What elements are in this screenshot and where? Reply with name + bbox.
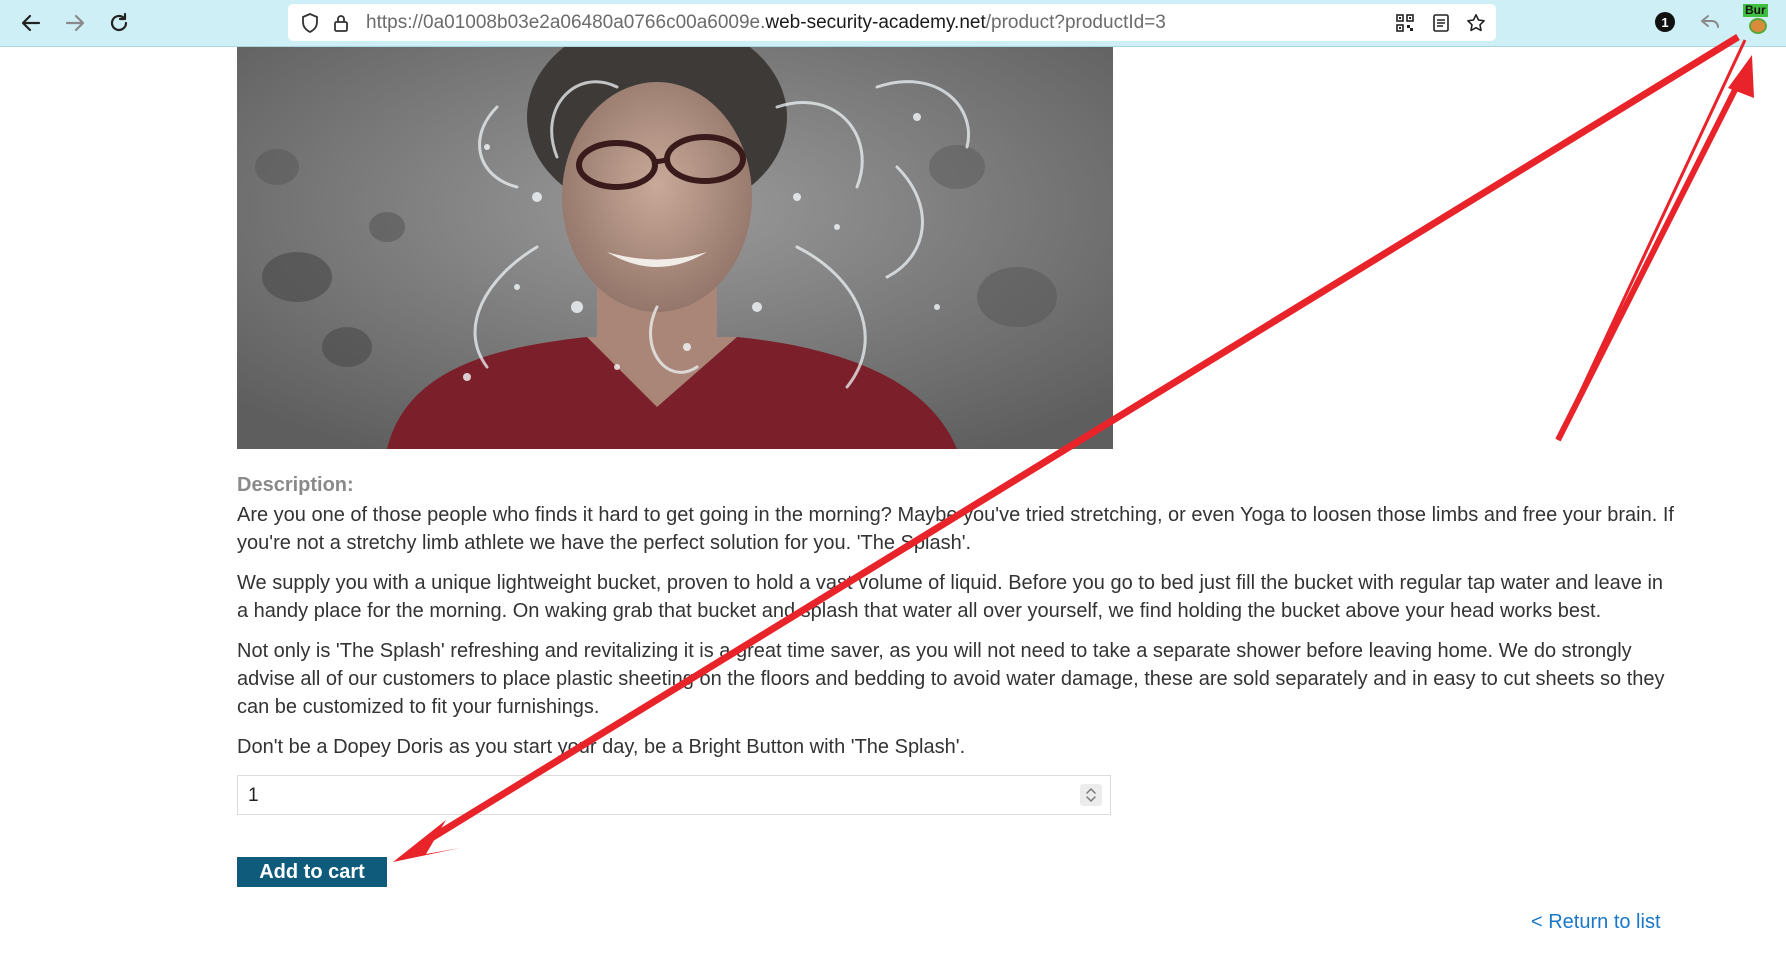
url-path: /product?productId=3 bbox=[985, 12, 1166, 33]
burp-extension-icon[interactable]: Bur bbox=[1741, 2, 1775, 38]
burp-extension-label: Bur bbox=[1743, 3, 1768, 17]
forward-arrow-icon[interactable] bbox=[60, 8, 90, 38]
add-to-cart-button[interactable]: Add to cart bbox=[237, 857, 387, 887]
description-paragraph-2: We supply you with a unique lightweight … bbox=[237, 572, 1664, 622]
reload-icon[interactable] bbox=[104, 8, 134, 38]
lock-icon[interactable] bbox=[331, 13, 351, 33]
quantity-stepper[interactable] bbox=[1080, 784, 1102, 806]
notification-badge[interactable]: 1 bbox=[1652, 9, 1678, 35]
description-heading: Description: bbox=[237, 474, 354, 496]
reply-arrow-icon[interactable] bbox=[1697, 9, 1723, 35]
burp-face-icon bbox=[1749, 18, 1767, 34]
quantity-value: 1 bbox=[248, 785, 259, 806]
back-arrow-icon[interactable] bbox=[16, 8, 46, 38]
description-paragraph-1: Are you one of those people who finds it… bbox=[237, 504, 1674, 554]
annotation-arrow-to-extension bbox=[1555, 78, 1743, 442]
return-to-list-link[interactable]: < Return to list bbox=[1531, 910, 1661, 934]
browser-toolbar: https://0a01008b03e2a06480a0766c00a6009e… bbox=[0, 0, 1786, 47]
bookmark-star-icon[interactable] bbox=[1466, 13, 1486, 33]
arrowhead-up-icon bbox=[1728, 55, 1754, 98]
url-prefix: https://0a01008b03e2a06480a0766c00a6009e… bbox=[366, 12, 766, 33]
quantity-input[interactable]: 1 bbox=[237, 775, 1111, 815]
description-paragraph-3: Not only is 'The Splash' refreshing and … bbox=[237, 640, 1665, 718]
url-domain: web-security-academy.net bbox=[765, 12, 986, 33]
arrowhead-down-icon bbox=[393, 820, 460, 862]
shield-icon[interactable] bbox=[300, 13, 320, 33]
address-bar[interactable]: https://0a01008b03e2a06480a0766c00a6009e… bbox=[288, 4, 1496, 41]
notification-count: 1 bbox=[1655, 12, 1675, 32]
stepper-arrows-icon bbox=[1086, 788, 1096, 802]
qr-code-icon[interactable] bbox=[1395, 13, 1415, 33]
annotation-thin-line bbox=[1556, 39, 1747, 441]
url-text[interactable]: https://0a01008b03e2a06480a0766c00a6009e… bbox=[366, 13, 1166, 33]
reader-view-icon[interactable] bbox=[1431, 13, 1451, 33]
product-image bbox=[237, 47, 1113, 449]
description-paragraph-4: Don't be a Dopey Doris as you start your… bbox=[237, 736, 966, 758]
